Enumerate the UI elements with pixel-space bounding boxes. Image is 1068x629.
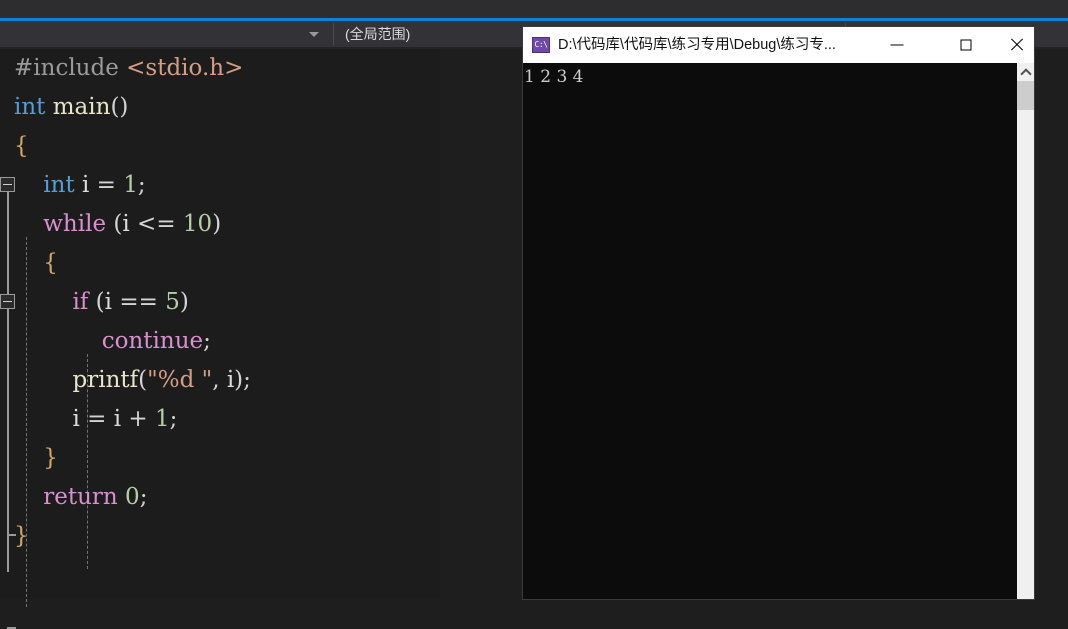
code-token: ) bbox=[212, 211, 222, 237]
code-token: 10 bbox=[182, 211, 213, 237]
code-token: #include bbox=[14, 55, 119, 81]
maximize-button[interactable] bbox=[943, 27, 989, 63]
code-token: ( bbox=[88, 289, 105, 315]
code-line[interactable]: #include <stdio.h> bbox=[0, 49, 440, 88]
code-token: 0 bbox=[125, 484, 140, 510]
code-line[interactable]: } bbox=[0, 439, 440, 478]
console-titlebar[interactable]: C:\ D:\代码库\代码库\练习专用\Debug\练习专... bbox=[523, 27, 1034, 63]
code-line[interactable]: while (i <= 10) bbox=[0, 205, 440, 244]
code-line[interactable]: int main() bbox=[0, 88, 440, 127]
scope-combobox-value[interactable]: (全局范围) bbox=[345, 24, 410, 44]
code-token: { bbox=[43, 250, 58, 276]
code-line[interactable]: if (i == 5) bbox=[0, 283, 440, 322]
code-token: = bbox=[79, 406, 114, 432]
maximize-icon bbox=[960, 39, 972, 51]
code-token: <stdio.h> bbox=[126, 55, 244, 81]
code-token: ; bbox=[203, 328, 211, 354]
code-token: ( bbox=[106, 211, 123, 237]
code-token: if bbox=[72, 289, 89, 315]
code-token: i bbox=[122, 211, 130, 237]
code-token: } bbox=[14, 523, 29, 549]
code-line[interactable]: i = i + 1; bbox=[0, 400, 440, 439]
code-line[interactable]: } bbox=[0, 517, 440, 556]
code-token: 1 bbox=[155, 406, 170, 432]
code-line[interactable]: return 0; bbox=[0, 478, 440, 517]
code-token: i bbox=[104, 289, 113, 315]
code-token: 1 bbox=[123, 172, 138, 198]
code-token: { bbox=[14, 133, 29, 159]
code-token: ; bbox=[243, 367, 251, 393]
code-token: while bbox=[43, 211, 107, 237]
code-token: <= bbox=[129, 211, 183, 237]
code-token: == bbox=[112, 289, 166, 315]
console-scrollbar[interactable] bbox=[1017, 63, 1034, 599]
console-title-text: D:\代码库\代码库\练习专用\Debug\练习专... bbox=[558, 37, 836, 53]
code-token: + bbox=[121, 406, 156, 432]
code-token: } bbox=[43, 445, 58, 471]
code-token: ) bbox=[179, 289, 189, 315]
code-token: ; bbox=[139, 484, 148, 510]
minimize-icon bbox=[890, 44, 904, 46]
ide-top-chrome bbox=[0, 0, 1068, 18]
close-button[interactable] bbox=[993, 27, 1039, 63]
close-icon bbox=[1009, 38, 1023, 52]
code-line[interactable]: printf("%d ", i); bbox=[0, 361, 440, 400]
code-token: ( bbox=[138, 367, 148, 393]
code-line[interactable]: { bbox=[0, 244, 440, 283]
code-line[interactable]: continue; bbox=[0, 322, 440, 361]
chevron-down-icon bbox=[309, 32, 319, 37]
code-token: ; bbox=[169, 406, 178, 432]
console-output-text: 1 2 3 4 bbox=[524, 67, 584, 87]
console-app-icon: C:\ bbox=[532, 37, 550, 53]
code-line[interactable]: { bbox=[0, 127, 440, 166]
code-token: printf bbox=[72, 367, 139, 393]
code-token: , bbox=[212, 367, 227, 393]
code-token: "%d " bbox=[147, 367, 213, 393]
code-token: = bbox=[89, 172, 124, 198]
minimize-button[interactable] bbox=[874, 27, 920, 63]
code-token: 5 bbox=[165, 289, 180, 315]
console-output-area[interactable]: 1 2 3 4 bbox=[523, 63, 1034, 599]
console-window[interactable]: C:\ D:\代码库\代码库\练习专用\Debug\练习专... 1 2 3 4 bbox=[523, 27, 1034, 599]
console-scrollbar-thumb[interactable] bbox=[1017, 81, 1034, 110]
code-token: int bbox=[14, 94, 46, 120]
project-scope-combobox[interactable] bbox=[0, 21, 333, 47]
code-token: int bbox=[43, 172, 75, 198]
code-token: continue bbox=[101, 328, 204, 354]
navbar-divider-1 bbox=[333, 23, 334, 45]
code-token: () bbox=[110, 94, 129, 120]
code-text[interactable]: #include <stdio.h> int main(){ int i = 1;… bbox=[0, 49, 440, 599]
scroll-up-icon[interactable] bbox=[1017, 63, 1034, 80]
code-token: main bbox=[52, 94, 111, 120]
code-token: ) bbox=[234, 367, 244, 393]
code-token: return bbox=[43, 484, 118, 510]
code-line[interactable]: int i = 1; bbox=[0, 166, 440, 205]
code-token: i bbox=[72, 406, 80, 432]
code-token: ; bbox=[137, 172, 146, 198]
